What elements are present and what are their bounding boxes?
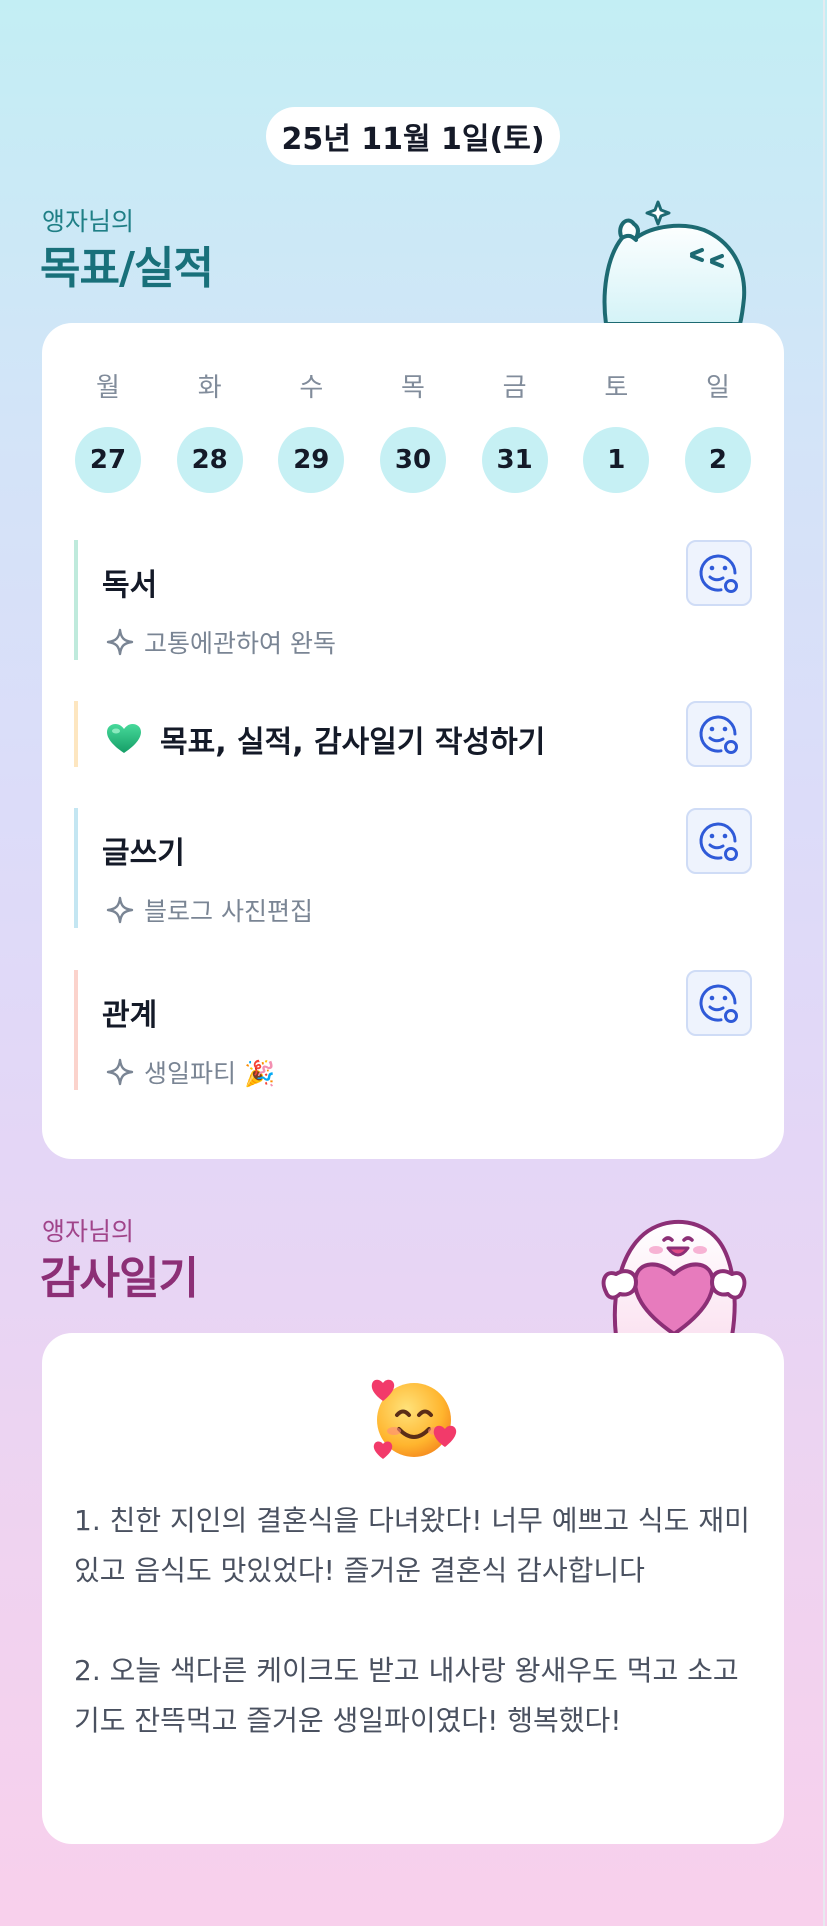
goal-title: 관계 [102,998,158,1033]
day-mon[interactable]: 월 27 [75,373,141,493]
date-pill[interactable]: 25년 11월 1일(토) [266,107,560,165]
day-name: 월 [96,373,120,403]
day-fri[interactable]: 금 31 [481,373,548,493]
goal-item-reading[interactable]: 독서 고통에관하여 완독 [74,540,752,660]
goals-card: 월 27 화 28 수 29 목 30 금 31 토 1 일 2 독서 고통에관… [42,323,784,1159]
day-name: 토 [604,373,629,403]
day-thu[interactable]: 목 30 [379,373,446,493]
mood-button[interactable] [686,808,752,874]
face-mood-icon [699,984,738,1023]
goal-item-writing-journal[interactable]: 목표, 실적, 감사일기 작성하기 [74,701,752,767]
face-mood-icon [699,554,738,593]
day-name: 화 [197,373,222,403]
diary-section-title: 감사일기 [40,1253,199,1304]
goal-result-text: 블로그 사진편집 [144,897,313,926]
goal-title-row: 목표, 실적, 감사일기 작성하기 [106,717,545,761]
day-name: 목 [401,373,425,403]
day-number: 2 [684,427,751,493]
goal-result: 고통에관하여 완독 [106,624,336,660]
day-number: 31 [481,427,548,493]
mood-button[interactable] [686,701,752,767]
sparkle-icon [106,896,134,924]
mood-button[interactable] [686,970,752,1036]
green-heart-icon [107,724,141,753]
day-number: 27 [75,427,141,493]
diary-card: 1. 친한 지인의 결혼식을 다녀왔다! 너무 예쁘고 식도 재미있고 음식도 … [42,1333,784,1844]
goal-title: 글쓰기 [102,836,185,871]
day-number: 28 [176,427,243,493]
day-number: 29 [278,427,345,493]
goal-result: 블로그 사진편집 [106,892,313,928]
diary-entries: 1. 친한 지인의 결혼식을 다녀왔다! 너무 예쁘고 식도 재미있고 음식도 … [74,1496,764,1746]
goal-result-text: 고통에관하여 완독 [144,629,336,658]
face-mood-icon [699,822,738,861]
sparkle-icon [106,628,134,656]
face-mood-icon [699,715,738,754]
smiling-face-with-hearts-icon [371,1379,457,1459]
diary-entry: 2. 오늘 색다른 케이크도 받고 내사랑 왕새우도 먹고 소고기도 잔뜩먹고 … [74,1654,739,1737]
week-strip: 월 27 화 28 수 29 목 30 금 31 토 1 일 2 [75,373,751,493]
day-sat[interactable]: 토 1 [583,373,650,493]
goal-result-text: 생일파티 🎉 [144,1059,276,1088]
mood-button[interactable] [686,540,752,606]
day-sun[interactable]: 일 2 [684,373,751,493]
diary-entry: 1. 친한 지인의 결혼식을 다녀왔다! 너무 예쁘고 식도 재미있고 음식도 … [74,1504,750,1587]
goals-section-title: 목표/실적 [40,243,214,294]
goal-item-relationship[interactable]: 관계 생일파티 🎉 [74,970,752,1090]
goal-result: 생일파티 🎉 [106,1054,275,1090]
day-number: 1 [583,427,650,493]
goal-title: 목표, 실적, 감사일기 작성하기 [160,725,546,760]
sparkle-icon [106,1058,134,1086]
goal-title: 독서 [102,568,158,603]
day-name: 수 [299,373,324,403]
goal-item-blogging[interactable]: 글쓰기 블로그 사진편집 [74,808,752,928]
ghost-mascot-icon [602,200,747,326]
day-number: 30 [379,427,446,493]
day-name: 금 [502,373,527,403]
day-wed[interactable]: 수 29 [278,373,345,493]
heart-ghost-mascot-icon [601,1220,747,1336]
day-tue[interactable]: 화 28 [176,373,243,493]
day-name: 일 [705,373,730,403]
